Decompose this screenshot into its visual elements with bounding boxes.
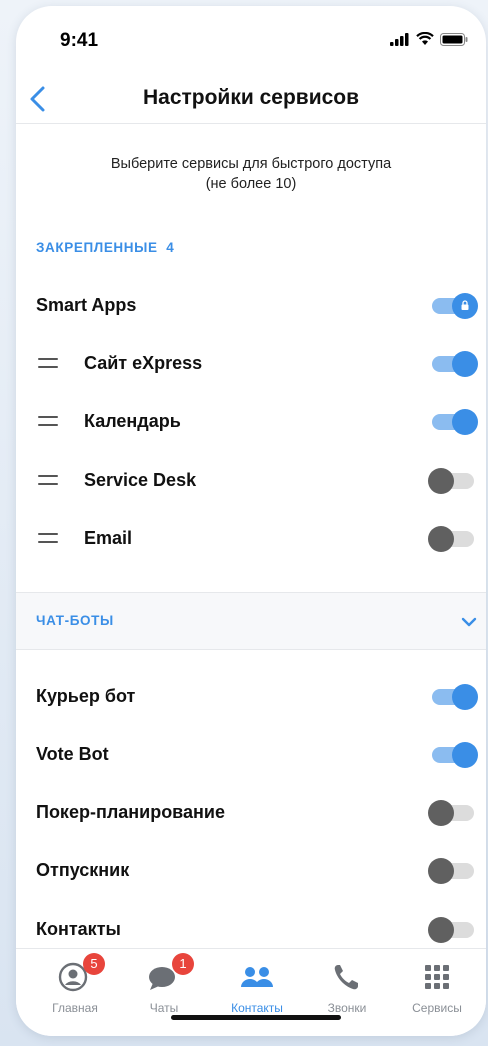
tab-label: Сервисы: [412, 1001, 462, 1015]
service-label: Service Desk: [84, 470, 197, 490]
service-toggle[interactable]: [428, 526, 476, 552]
tab-label: Главная: [52, 1001, 98, 1015]
tab-services[interactable]: Сервисы: [394, 957, 480, 1023]
pinned-section-label: ЗАКРЕПЛЕННЫЕ: [36, 240, 158, 255]
home-badge: 5: [83, 953, 105, 975]
chats-badge: 1: [172, 953, 194, 975]
smart-apps-toggle-locked: [430, 293, 478, 319]
lock-icon: [461, 300, 469, 310]
phone-icon: [334, 965, 358, 990]
page-title: Настройки сервисов: [142, 86, 360, 109]
chatbot-row: Vote Bot: [16, 735, 486, 775]
chatbot-label: Покер-планирование: [36, 802, 225, 822]
pinned-section-header: ЗАКРЕПЛЕННЫЕ 4: [36, 240, 174, 255]
service-label: Smart Apps: [36, 295, 137, 315]
instruction-text: Выберите сервисы для быстрого доступа (н…: [110, 156, 392, 192]
drag-handle-icon[interactable]: [38, 416, 58, 428]
phone-screen: 9:41 Настройки сервисов Выберите сервисы…: [16, 6, 486, 1036]
chatbot-toggle[interactable]: [430, 742, 478, 768]
chatbot-label: Курьер бот: [36, 686, 136, 706]
signal-icon: [390, 32, 409, 46]
tab-contacts[interactable]: Контакты: [214, 957, 300, 1023]
tab-label: Контакты: [231, 1001, 283, 1015]
drag-handle-icon[interactable]: [38, 358, 58, 370]
chatbot-row: Курьер бот: [16, 677, 486, 717]
status-bar: 9:41: [16, 6, 486, 62]
tab-label: Чаты: [149, 1001, 179, 1015]
home-indicator[interactable]: [171, 1015, 341, 1020]
service-row: Email: [16, 519, 486, 559]
service-row: Сайт eXpress: [16, 344, 486, 384]
contacts-icon: [241, 967, 273, 987]
wifi-icon: [416, 32, 434, 45]
chatbot-toggle[interactable]: [428, 917, 476, 943]
service-toggle[interactable]: [430, 409, 478, 435]
service-label: Сайт eXpress: [84, 353, 203, 373]
service-label: Email: [84, 528, 133, 548]
service-toggle[interactable]: [430, 351, 478, 377]
service-row-smart-apps: Smart Apps: [16, 286, 486, 326]
pinned-count: 4: [166, 240, 175, 255]
chatbot-label: Контакты: [36, 919, 121, 939]
chatbot-row: Покер-планирование: [16, 793, 486, 833]
chatbots-section-header[interactable]: ЧАТ-БОТЫ: [16, 592, 486, 650]
chevron-down-icon[interactable]: [460, 613, 478, 631]
chatbot-toggle[interactable]: [430, 684, 478, 710]
battery-icon: [440, 32, 468, 46]
tab-chats[interactable]: 1 Чаты: [121, 953, 207, 1023]
chatbot-label: Vote Bot: [36, 744, 109, 764]
drag-handle-icon[interactable]: [38, 533, 58, 545]
chatbots-section-label: ЧАТ-БОТЫ: [36, 613, 114, 628]
chatbot-row: Отпускник: [16, 851, 486, 891]
tab-label: Звонки: [327, 1001, 367, 1015]
tab-calls[interactable]: Звонки: [304, 957, 390, 1023]
service-row: Service Desk: [16, 461, 486, 501]
status-icons: [390, 32, 468, 46]
grid-icon: [425, 965, 449, 989]
service-row: Календарь: [16, 402, 486, 442]
status-time: 9:41: [60, 30, 99, 51]
service-toggle[interactable]: [428, 468, 476, 494]
chatbot-row: Контакты: [16, 910, 486, 950]
tab-bar: 5 Главная 1 Чаты Контакты Звонки Сервисы: [16, 948, 486, 1036]
drag-handle-icon[interactable]: [38, 475, 58, 487]
tab-home[interactable]: 5 Главная: [32, 953, 118, 1023]
chatbot-toggle[interactable]: [428, 858, 476, 884]
chatbot-label: Отпускник: [36, 860, 130, 880]
navigation-bar: Настройки сервисов: [16, 72, 486, 124]
service-label: Календарь: [84, 411, 181, 431]
chatbot-toggle[interactable]: [428, 800, 476, 826]
